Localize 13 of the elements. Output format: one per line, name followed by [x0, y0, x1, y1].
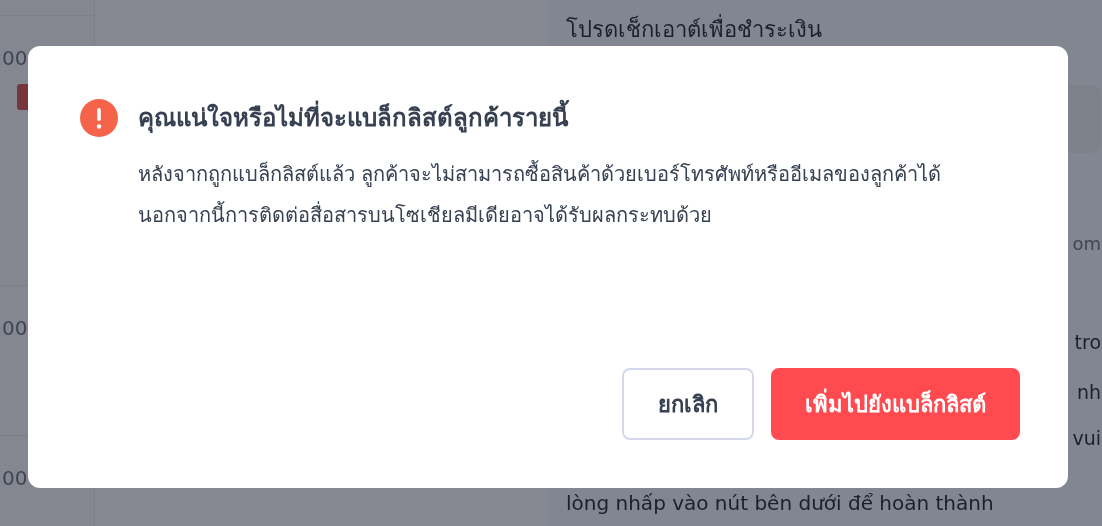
- paragraph-text: vui: [1072, 426, 1101, 451]
- amount-text: 00: [2, 46, 28, 70]
- email-text: om: [1072, 233, 1101, 254]
- paragraph-text: tro: [1074, 330, 1101, 355]
- dialog-message: หลังจากถูกแบล็กลิสต์แล้ว ลูกค้าจะไม่สามารถซื้อสินค้าด้วยเบอร์โทรศัพท์หรืออีเมลของลูกค้าได้ นอกจากนี้การติดต่อสื่อสารบนโซเชียลมีเดียอาจได้รับผลกระทบด้วย: [138, 159, 943, 229]
- dialog-title: คุณแน่ใจหรือไม่ที่จะแบล็กลิสต์ลูกค้ารายนี้: [138, 96, 1018, 140]
- amount-text: 00: [2, 466, 28, 490]
- paragraph-text: lòng nhấp vào nút bên dưới để hoàn thành: [566, 491, 995, 515]
- amount-text: 00: [2, 316, 28, 340]
- checkout-heading: โปรดเช็กเอาต์เพื่อชำระเงิน: [566, 12, 1101, 47]
- cancel-button[interactable]: ยกเลิก: [622, 368, 754, 440]
- paragraph-text: nh: [1076, 380, 1101, 405]
- warning-icon: [80, 99, 118, 137]
